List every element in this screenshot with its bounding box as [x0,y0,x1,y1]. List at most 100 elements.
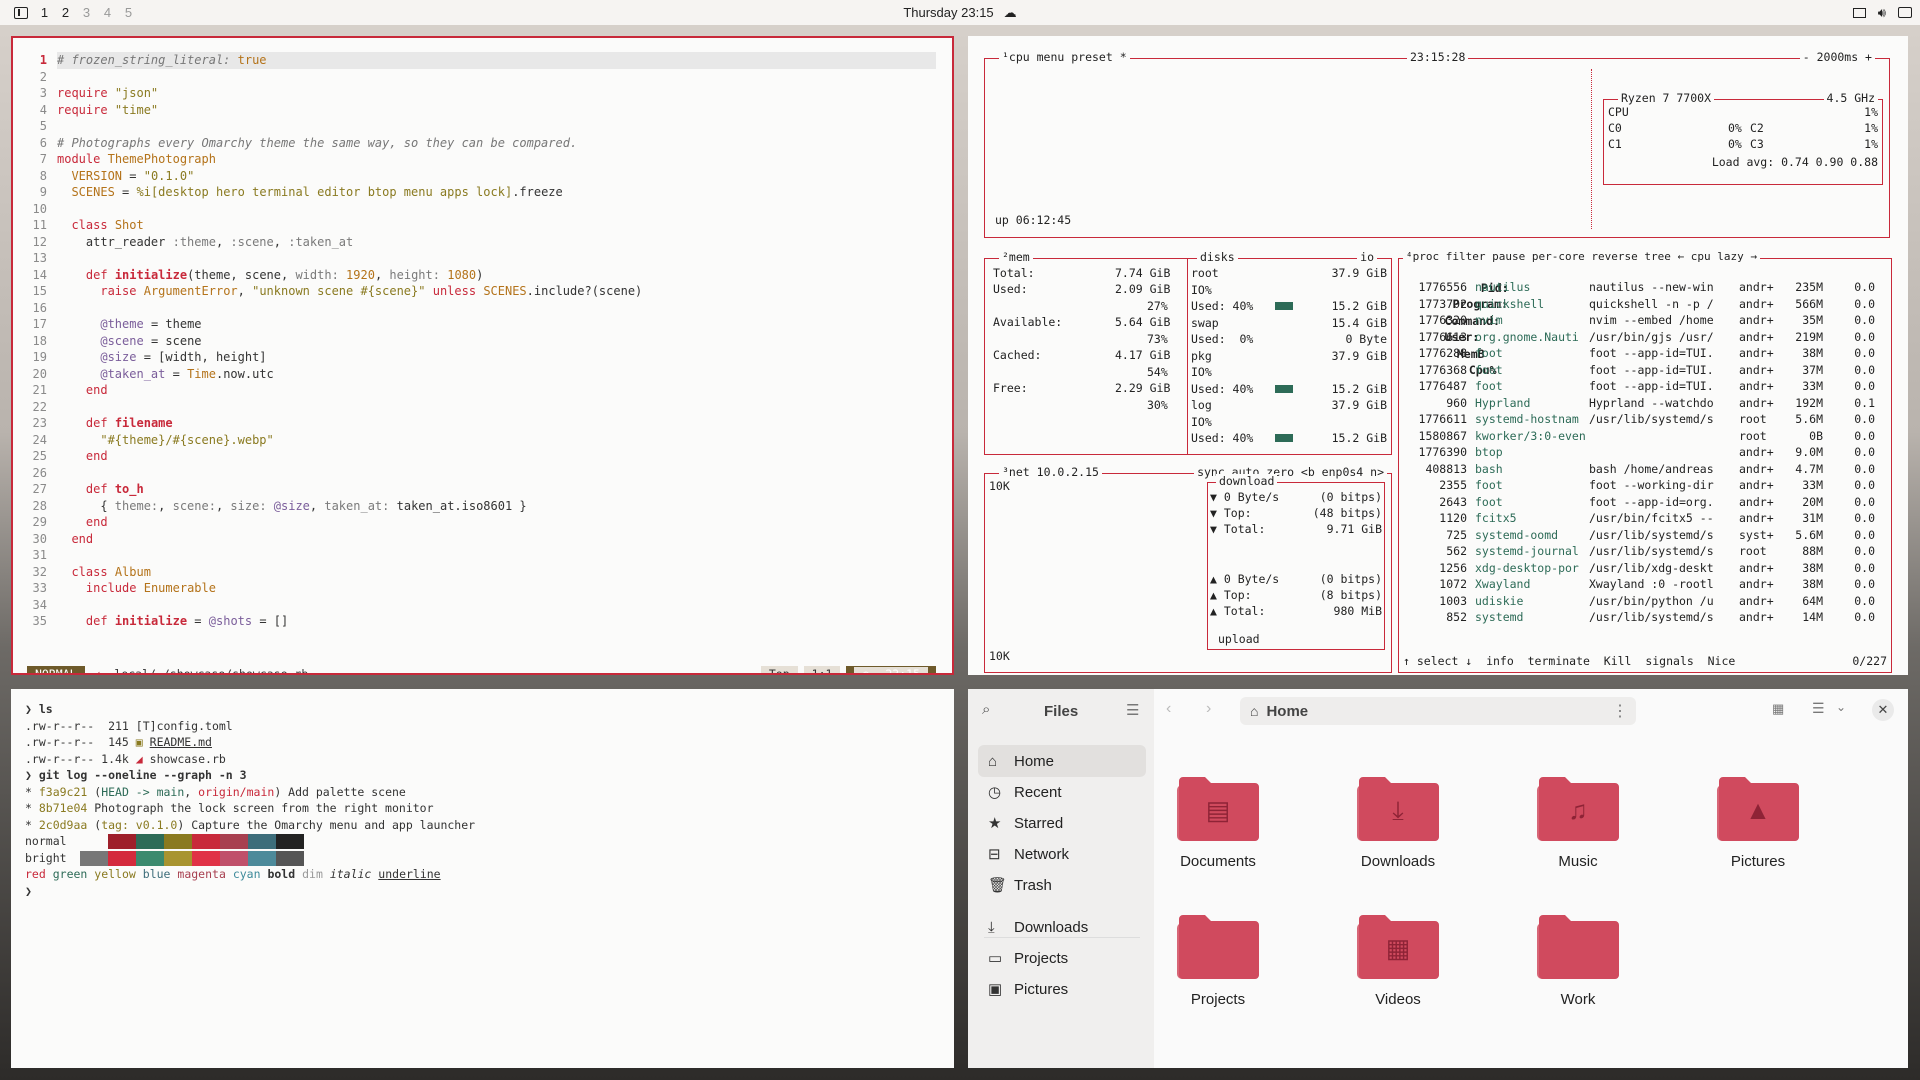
editor-line[interactable]: 31 [13,547,952,564]
terminal-output[interactable]: ❯ ls .rw-r--r-- 211 [T]config.toml .rw-r--… [25,701,940,899]
code-text[interactable] [57,118,952,135]
list-view-icon[interactable]: ☰ [1812,700,1825,717]
code-text[interactable] [57,597,952,614]
update-interval[interactable]: - 2000ms + [1799,50,1875,64]
omarchy-menu-icon[interactable] [14,6,28,19]
net-title[interactable]: ³net 10.0.2.15 [999,465,1102,479]
editor-line[interactable]: 20 @taken_at = Time.now.utc [13,366,952,383]
code-text[interactable] [57,69,952,86]
proc-row[interactable]: 2355 foot foot --working-dir andr+ 33M 0.0 [1403,477,1887,494]
editor-line[interactable]: 4 require "time" [13,102,952,119]
editor-line[interactable]: 35 def initialize = @shots = [] [13,613,952,630]
editor-line[interactable]: 21 end [13,382,952,399]
folder-projects-icon[interactable] [1175,909,1261,981]
editor-line[interactable]: 17 @theme = theme [13,316,952,333]
code-text[interactable]: def filename [57,415,952,432]
editor-line[interactable]: 7 module ThemePhotograph [13,151,952,168]
folder-label[interactable]: Music [1508,853,1648,870]
editor-line[interactable]: 22 [13,399,952,416]
code-text[interactable]: require "json" [57,85,952,102]
close-icon[interactable]: ✕ [1872,699,1894,721]
code-text[interactable]: def initialize = @shots = [] [57,613,952,630]
sidebar-item-downloads[interactable]: ⤓ Downloads [978,911,1146,943]
terminal-window[interactable]: ❯ ls .rw-r--r-- 211 [T]config.toml .rw-r--… [11,689,954,1068]
proc-row[interactable]: 725 systemd-oomd/usr/lib/systemd/s syst+ 5.… [1403,527,1887,544]
sidebar-item-network[interactable]: ⊟ Network [978,838,1146,870]
proc-row[interactable]: 1776288 foot foot --app-id=TUI. andr+ 38M 0.0 [1403,345,1887,362]
code-text[interactable]: end [57,448,952,465]
editor-line[interactable]: 2 [13,69,952,86]
editor-line[interactable]: 28 { theme:, scene:, size: @size, taken_… [13,498,952,515]
code-text[interactable]: def to_h [57,481,952,498]
proc-row[interactable]: 1003 udiskie/usr/bin/python /u andr+ 64M 0.0 [1403,593,1887,610]
editor-line[interactable]: 26 [13,465,952,482]
editor-line[interactable]: 19 @size = [width, height] [13,349,952,366]
proc-list[interactable]: 1776556 nautilus nautilus --new-win andr+ 23… [1403,279,1887,626]
editor-buffer[interactable]: 1 # frozen_string_literal: true 2 3 require … [13,52,952,630]
forward-icon[interactable]: › [1206,700,1211,718]
sidebar-item-projects[interactable]: ▭ Projects [978,942,1146,974]
proc-row[interactable]: 1776613 org.gnome.Nauti/usr/bin/gjs /usr/… [1403,329,1887,346]
code-text[interactable] [57,201,952,218]
proc-row[interactable]: 1256 xdg-desktop-por/usr/lib/xdg-deskt and… [1403,560,1887,577]
mem-title[interactable]: ²mem [999,250,1033,264]
sidebar-item-home[interactable]: ⌂ Home [978,745,1146,777]
weather-icon[interactable]: ☁ [1004,5,1017,20]
code-text[interactable]: @size = [width, height] [57,349,952,366]
folder-label[interactable]: Videos [1328,991,1468,1008]
search-icon[interactable]: ⌕ [982,701,990,718]
editor-line[interactable]: 30 end [13,531,952,548]
editor-line[interactable]: 34 [13,597,952,614]
editor-line[interactable]: 32 class Album [13,564,952,581]
proc-header[interactable]: ⁴proc filter pause per-core reverse tree… [1403,250,1760,263]
editor-line[interactable]: 27 def to_h [13,481,952,498]
workspace-2[interactable]: 2 [55,5,76,20]
proc-footer[interactable]: ↑ select ↓ info terminate Kill signals N… [1403,653,1736,670]
proc-row[interactable]: 960 Hyprland Hyprland --watchdo andr+ 192M 0.… [1403,395,1887,412]
editor-line[interactable]: 1 # frozen_string_literal: true [13,52,952,69]
io-toggle[interactable]: io [1357,250,1377,264]
editor-line[interactable]: 15 raise ArgumentError, "unknown scene #… [13,283,952,300]
folder-label[interactable]: Projects [1148,991,1288,1008]
folder-label[interactable]: Pictures [1688,853,1828,870]
sidebar-item-recent[interactable]: ◷ Recent [978,776,1146,808]
code-text[interactable]: include Enumerable [57,580,952,597]
code-text[interactable]: end [57,531,952,548]
sidebar-item-starred[interactable]: ★ Starred [978,807,1146,839]
cpu-tabs[interactable]: ¹cpu menu preset * [999,50,1130,64]
code-text[interactable]: { theme:, scene:, size: @size, taken_at:… [57,498,952,515]
folder-downloads-icon[interactable]: ⤓ [1355,771,1441,843]
editor-line[interactable]: 33 include Enumerable [13,580,952,597]
proc-row[interactable]: 852 systemd/usr/lib/systemd/s andr+ 14M 0.0 [1403,609,1887,626]
code-text[interactable]: @taken_at = Time.now.utc [57,366,952,383]
code-text[interactable] [57,300,952,317]
proc-row[interactable]: 1776556 nautilus nautilus --new-win andr+ 23… [1403,279,1887,296]
editor-line[interactable]: 9 SCENES = %i[desktop hero terminal edit… [13,184,952,201]
proc-row[interactable]: 1776611 systemd-hostnam/usr/lib/systemd/s… [1403,411,1887,428]
editor-line[interactable]: 13 [13,250,952,267]
clock[interactable]: Thursday 23:15 [903,5,993,20]
files-window[interactable]: ⌕ Files ☰ ‹ › ⌂ Home ⋮ ▦ ☰ ⌄ ✕ ⌂ Home ◷ Rec… [968,689,1908,1068]
code-text[interactable]: require "time" [57,102,952,119]
code-text[interactable]: class Album [57,564,952,581]
folder-work-icon[interactable] [1535,909,1621,981]
editor-line[interactable]: 10 [13,201,952,218]
editor-line[interactable]: 24 "#{theme}/#{scene}.webp" [13,432,952,449]
proc-row[interactable]: 2643 foot foot --app-id=org. andr+ 20M 0.0 [1403,494,1887,511]
proc-row[interactable]: 562 systemd-journal/usr/lib/systemd/s root… [1403,543,1887,560]
code-text[interactable]: # Photographs every Omarchy theme the sa… [57,135,952,152]
code-text[interactable]: end [57,514,952,531]
code-text[interactable]: "#{theme}/#{scene}.webp" [57,432,952,449]
proc-row[interactable]: 1580867 kworker/3:0-even root 0B 0.0 [1403,428,1887,445]
proc-row[interactable]: 408813 bash bash /home/andreas andr+ 4.7M 0.0 [1403,461,1887,478]
editor-line[interactable]: 18 @scene = scene [13,333,952,350]
workspace-5[interactable]: 5 [118,5,139,20]
code-text[interactable]: @theme = theme [57,316,952,333]
screen-icon[interactable] [1852,7,1866,18]
folder-documents-icon[interactable]: ▤ [1175,771,1261,843]
code-text[interactable] [57,250,952,267]
volume-icon[interactable]: 🔊︎ [1878,5,1886,21]
code-text[interactable] [57,547,952,564]
sort-menu-icon[interactable]: ⌄ [1836,700,1846,714]
editor-window[interactable]: 1 # frozen_string_literal: true 2 3 require … [11,36,954,675]
